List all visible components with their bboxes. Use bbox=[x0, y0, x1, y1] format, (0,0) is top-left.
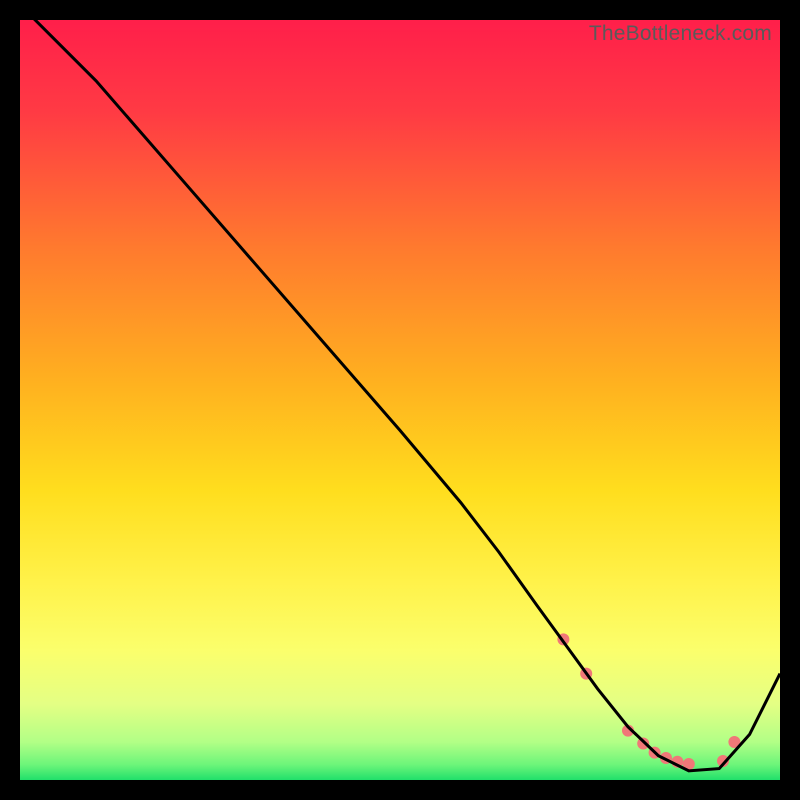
chart-frame: TheBottleneck.com bbox=[20, 20, 780, 780]
gradient-background bbox=[20, 20, 780, 780]
bottleneck-chart bbox=[20, 20, 780, 780]
